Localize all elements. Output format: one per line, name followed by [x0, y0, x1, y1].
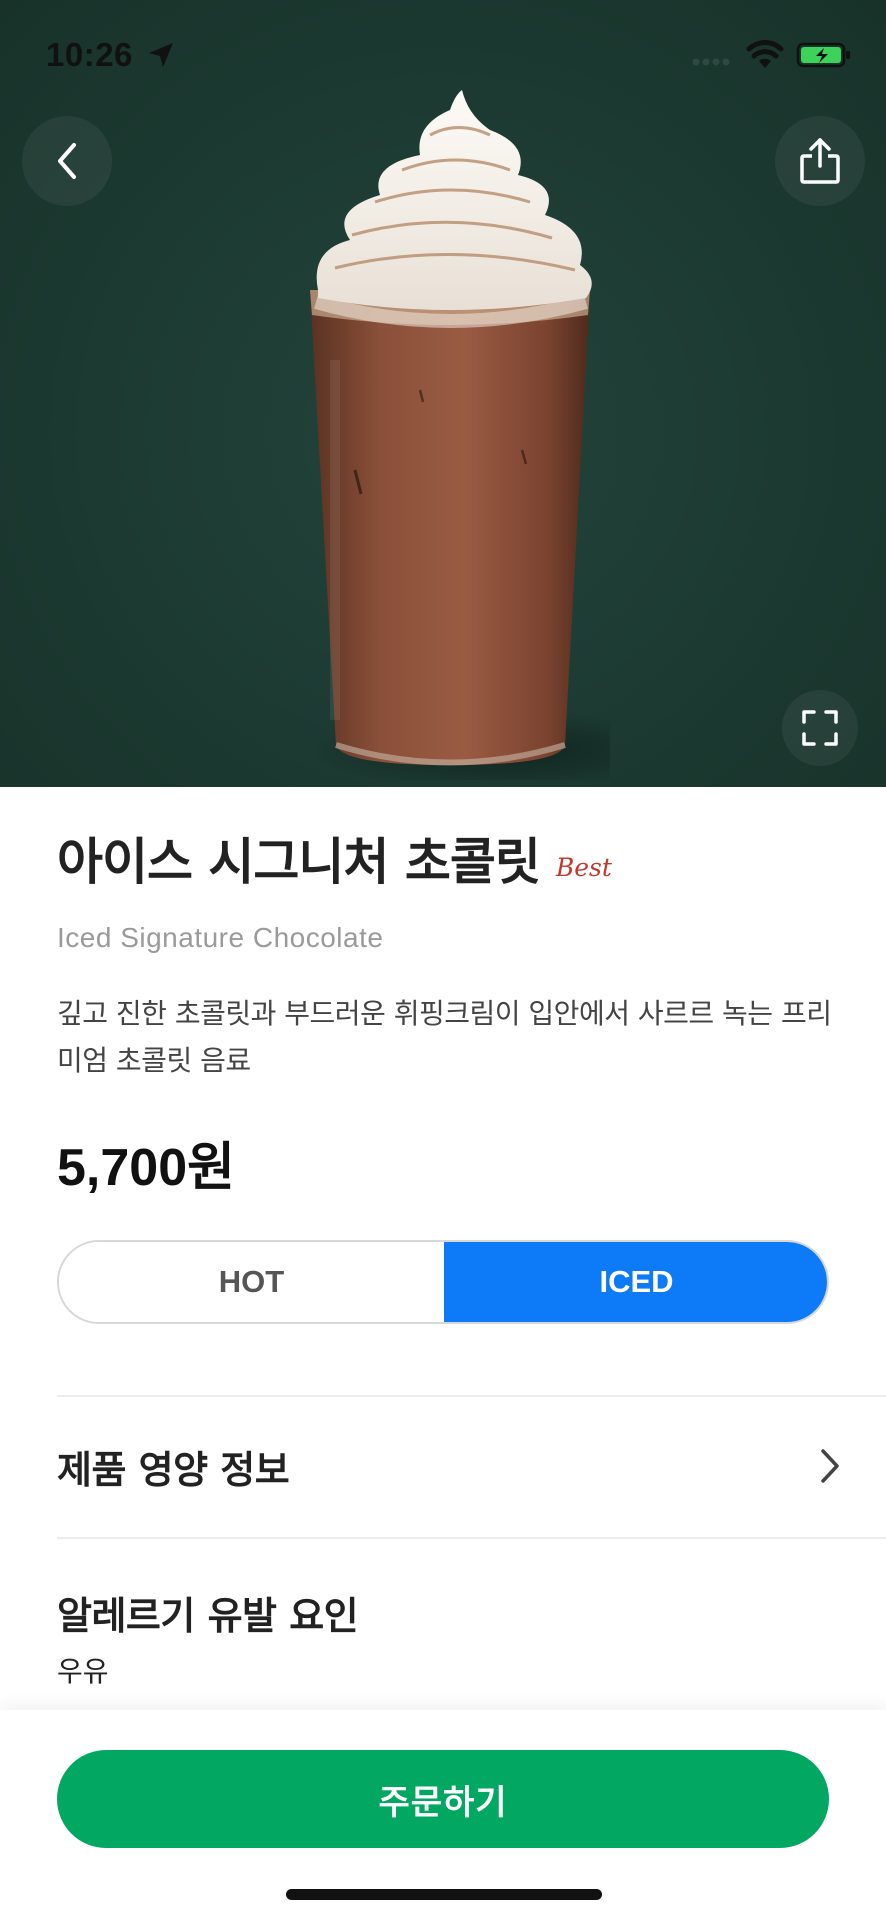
- product-name: 아이스 시그니처 초콜릿: [57, 833, 541, 891]
- product-title-row: 아이스 시그니처 초콜릿 Best: [57, 835, 612, 890]
- wifi-icon: [746, 40, 784, 68]
- chevron-right-icon: [821, 1449, 839, 1483]
- location-arrow-icon: [149, 43, 173, 67]
- hot-option[interactable]: HOT: [59, 1242, 444, 1322]
- product-price: 5,700원: [57, 1139, 235, 1197]
- nutrition-info-label: 제품 영양 정보: [57, 1447, 290, 1492]
- nutrition-info-row[interactable]: 제품 영양 정보: [57, 1397, 843, 1535]
- allergy-label: 알레르기 유발 요인: [57, 1594, 359, 1638]
- chevron-left-icon: [58, 143, 76, 179]
- best-badge: Best: [555, 853, 612, 882]
- cellular-signal-icon: [692, 58, 730, 66]
- product-hero: 10:26: [0, 0, 886, 787]
- product-english-name: Iced Signature Chocolate: [57, 922, 384, 953]
- home-indicator: [286, 1889, 602, 1900]
- iced-option[interactable]: ICED: [444, 1242, 827, 1322]
- back-button[interactable]: [22, 116, 112, 206]
- temperature-toggle: HOT ICED: [57, 1240, 829, 1324]
- status-time: 10:26: [46, 36, 133, 73]
- fullscreen-button[interactable]: [782, 690, 858, 766]
- share-button[interactable]: [775, 116, 865, 206]
- allergy-value: 우유: [57, 1655, 109, 1688]
- battery-charging-icon: [796, 42, 850, 68]
- order-button[interactable]: 주문하기: [57, 1750, 829, 1848]
- iced-chocolate-drink-image: [310, 90, 610, 780]
- share-icon: [800, 138, 840, 184]
- product-description: 깊고 진한 초콜릿과 부드러운 휘핑크림이 입안에서 사르르 녹는 프리미엄 초…: [57, 997, 832, 1077]
- divider: [57, 1537, 886, 1539]
- expand-frame-icon: [802, 710, 838, 746]
